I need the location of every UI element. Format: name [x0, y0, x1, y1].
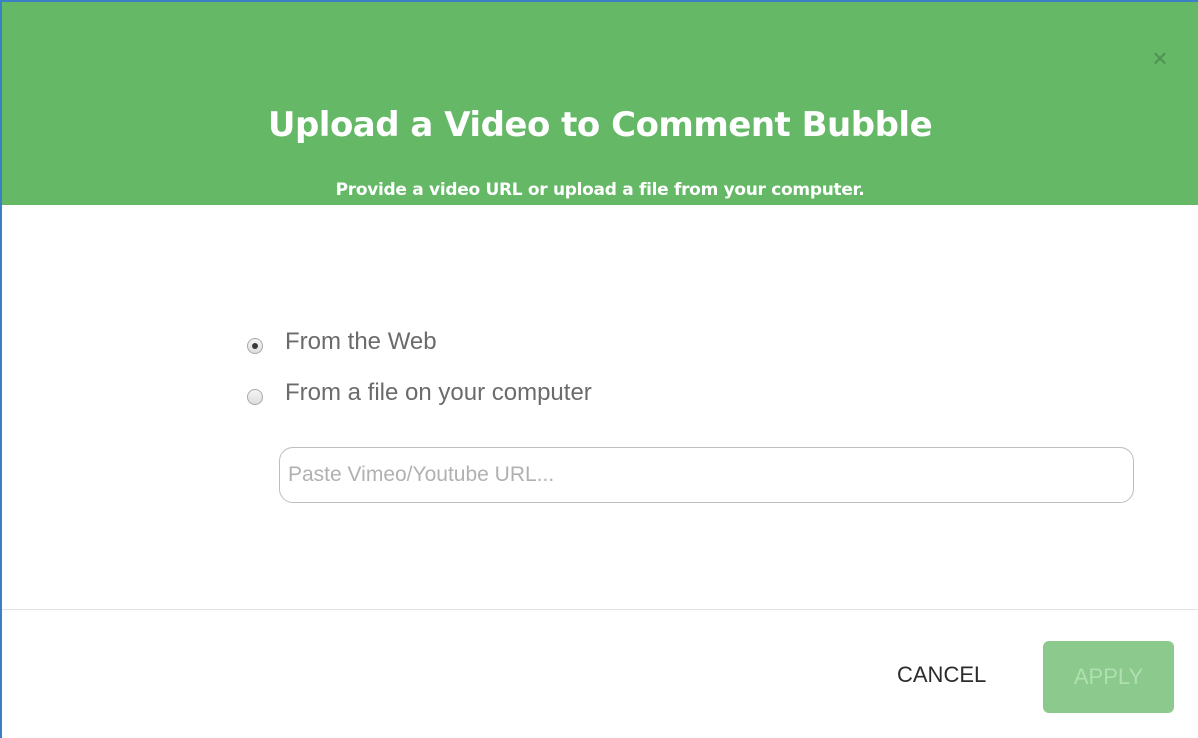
upload-video-dialog: × Upload a Video to Comment Bubble Provi… — [0, 0, 1198, 738]
dialog-subtitle: Provide a video URL or upload a file fro… — [335, 180, 865, 200]
dialog-header: × Upload a Video to Comment Bubble Provi… — [2, 2, 1198, 205]
apply-button[interactable]: APPLY — [1043, 641, 1174, 713]
close-icon[interactable]: × — [1148, 45, 1172, 71]
radio-label-from-web: From the Web — [285, 328, 437, 355]
video-url-input[interactable] — [279, 447, 1134, 503]
footer-divider — [2, 609, 1198, 610]
dialog-title: Upload a Video to Comment Bubble — [267, 105, 933, 145]
radio-option-from-file[interactable]: From a file on your computer — [247, 379, 592, 407]
radio-option-from-web[interactable]: From the Web — [247, 328, 437, 356]
cancel-button[interactable]: CANCEL — [897, 662, 986, 688]
radio-label-from-file: From a file on your computer — [285, 379, 592, 406]
radio-button-from-web[interactable] — [247, 338, 263, 354]
radio-button-from-file[interactable] — [247, 389, 263, 405]
